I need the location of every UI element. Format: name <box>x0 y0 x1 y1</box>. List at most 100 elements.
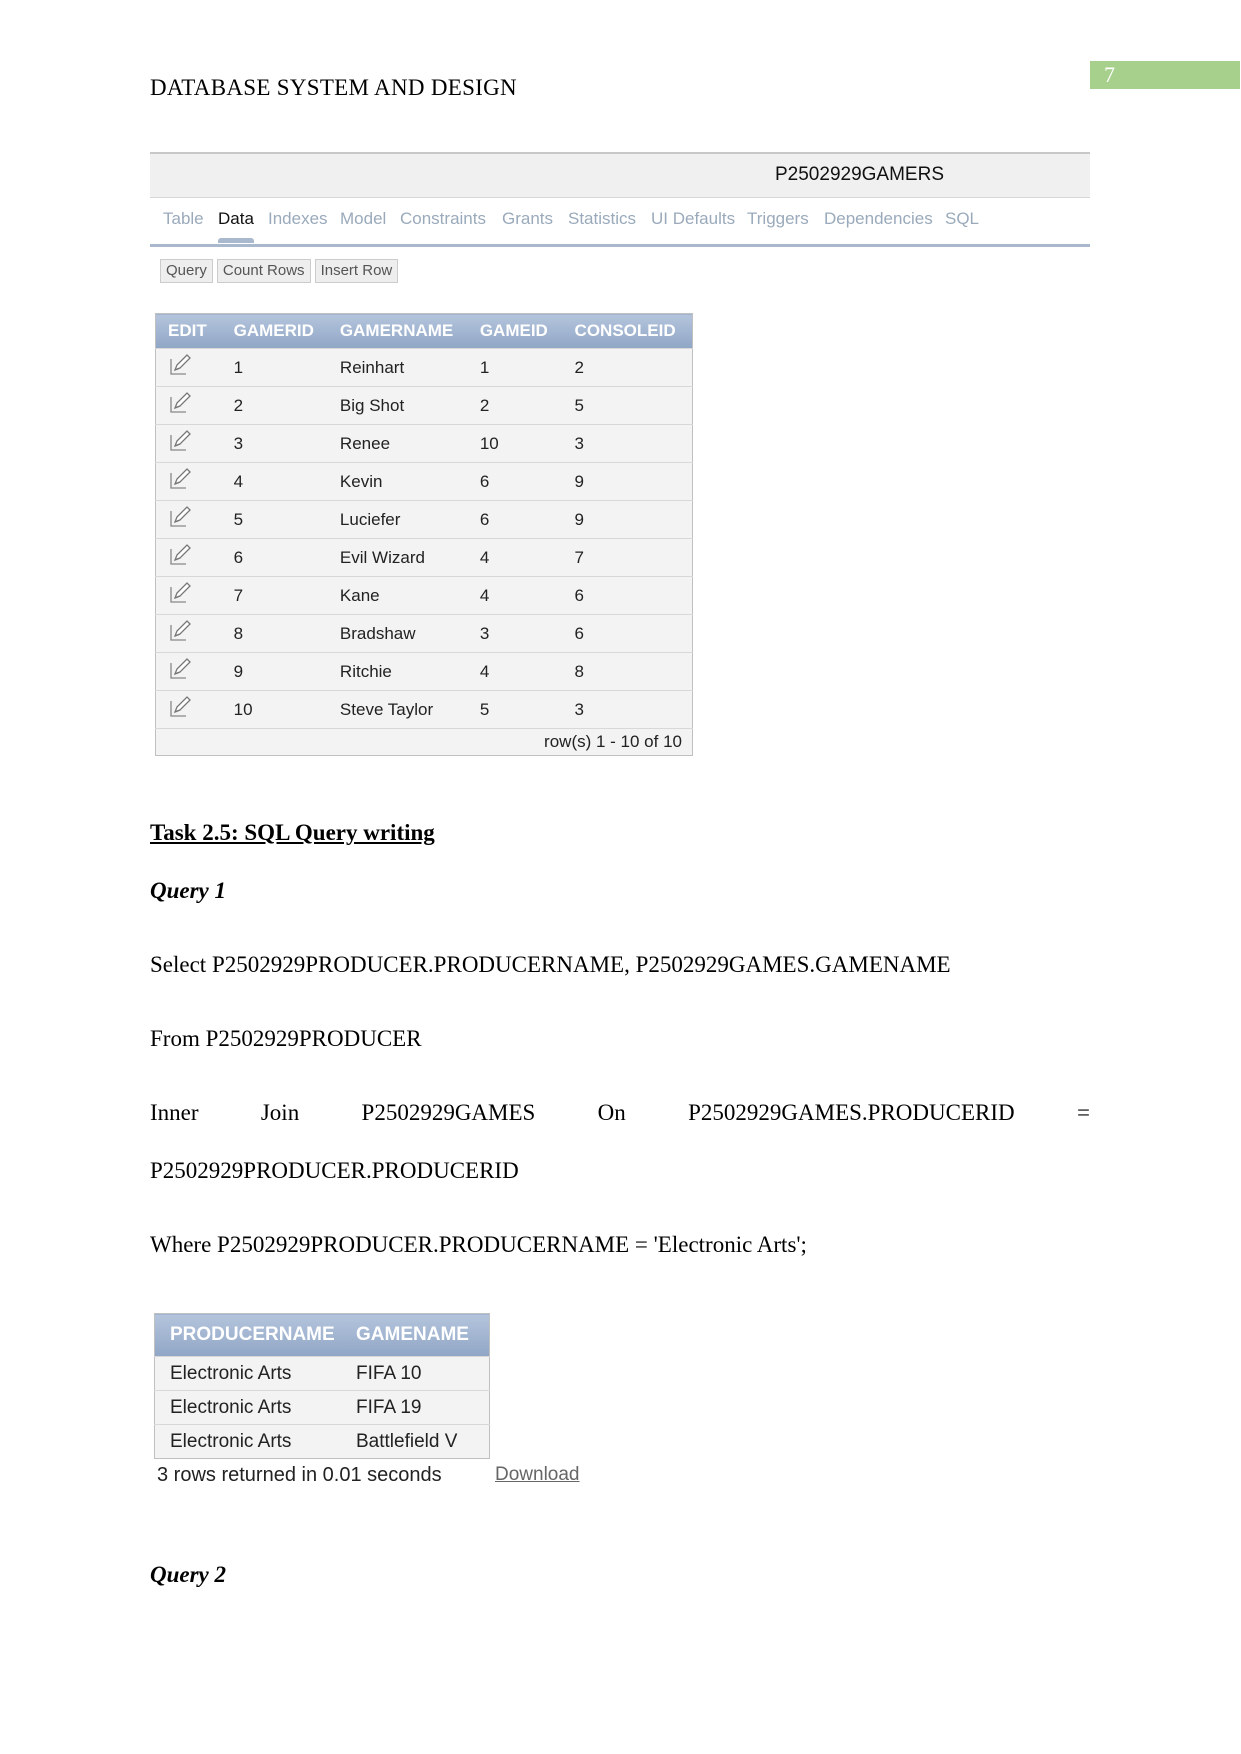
table-cell: 3 <box>562 424 693 463</box>
table-cell: 1 <box>467 348 563 387</box>
tab-indexes[interactable]: Indexes <box>268 209 328 229</box>
sql-join-word: Inner <box>150 1100 199 1125</box>
edit-cell[interactable] <box>155 386 222 425</box>
table-row: 10 Steve Taylor 5 3 <box>155 690 693 729</box>
table-cell: Renee <box>327 424 468 463</box>
table-cell: 4 <box>467 538 563 577</box>
tab-dependencies[interactable]: Dependencies <box>824 209 933 229</box>
query-button[interactable]: Query <box>160 259 213 283</box>
tab-statistics[interactable]: Statistics <box>568 209 636 229</box>
row-count: row(s) 1 - 10 of 10 <box>155 728 693 756</box>
table-cell: 3 <box>467 614 563 653</box>
pencil-edit-icon[interactable] <box>168 391 192 415</box>
column-header-consoleid: CONSOLEID <box>562 313 693 349</box>
table-cell: Bradshaw <box>327 614 468 653</box>
table-cell: 8 <box>562 652 693 691</box>
query2-label: Query 2 <box>150 1562 227 1587</box>
running-header: DATABASE SYSTEM AND DESIGN <box>150 75 517 100</box>
table-cell: Evil Wizard <box>327 538 468 577</box>
table-cell: Electronic Arts <box>154 1356 341 1391</box>
table-cell: 4 <box>221 462 328 501</box>
table-row: 3 Renee 10 3 <box>155 424 693 463</box>
tab-grants[interactable]: Grants <box>502 209 553 229</box>
table-row: Electronic Arts FIFA 19 <box>154 1390 490 1425</box>
tab-triggers[interactable]: Triggers <box>747 209 809 229</box>
table-cell: 3 <box>221 424 328 463</box>
tab-constraints[interactable]: Constraints <box>400 209 486 229</box>
insert-row-button[interactable]: Insert Row <box>314 259 399 283</box>
column-header-gamerid: GAMERID <box>221 313 328 349</box>
pencil-edit-icon[interactable] <box>168 695 192 719</box>
table-cell: 5 <box>562 386 693 425</box>
table-cell: FIFA 19 <box>341 1390 490 1425</box>
table-cell: 8 <box>221 614 328 653</box>
edit-cell[interactable] <box>155 500 222 539</box>
table-cell: 3 <box>562 690 693 729</box>
table-cell: 9 <box>221 652 328 691</box>
table-cell: 2 <box>467 386 563 425</box>
table-cell: 6 <box>562 614 693 653</box>
edit-cell[interactable] <box>155 576 222 615</box>
column-header-gamername: GAMERNAME <box>327 313 468 349</box>
table-cell: 7 <box>221 576 328 615</box>
column-header-edit: EDIT <box>155 313 222 349</box>
object-title: P2502929GAMERS <box>775 164 944 185</box>
sql-select: Select P2502929PRODUCER.PRODUCERNAME, P2… <box>150 952 951 977</box>
tab-data[interactable]: Data <box>218 209 254 243</box>
pencil-edit-icon[interactable] <box>168 581 192 605</box>
edit-cell[interactable] <box>155 652 222 691</box>
edit-cell[interactable] <box>155 348 222 387</box>
pencil-edit-icon[interactable] <box>168 543 192 567</box>
download-link[interactable]: Download <box>495 1464 580 1486</box>
pencil-edit-icon[interactable] <box>168 657 192 681</box>
edit-cell[interactable] <box>155 614 222 653</box>
edit-cell[interactable] <box>155 690 222 729</box>
sql-join-continued: P2502929PRODUCER.PRODUCERID <box>150 1158 519 1183</box>
edit-cell[interactable] <box>155 462 222 501</box>
task-heading: Task 2.5: SQL Query writing <box>150 820 435 845</box>
tab-sql[interactable]: SQL <box>945 209 979 229</box>
sql-join-word: P2502929GAMES <box>361 1100 536 1125</box>
table-row: 5 Luciefer 6 9 <box>155 500 693 539</box>
table-cell: 4 <box>467 576 563 615</box>
pencil-edit-icon[interactable] <box>168 619 192 643</box>
count-rows-button[interactable]: Count Rows <box>216 259 311 283</box>
table-cell: 4 <box>467 652 563 691</box>
data-toolbar: Query Count Rows Insert Row <box>160 259 399 283</box>
pencil-edit-icon[interactable] <box>168 467 192 491</box>
table-cell: Big Shot <box>327 386 468 425</box>
table-cell: 7 <box>562 538 693 577</box>
table-row: Electronic Arts FIFA 10 <box>154 1356 490 1391</box>
query1-label: Query 1 <box>150 878 227 903</box>
table-cell: 5 <box>467 690 563 729</box>
table-cell: 6 <box>221 538 328 577</box>
edit-cell[interactable] <box>155 538 222 577</box>
pencil-edit-icon[interactable] <box>168 353 192 377</box>
tab-table[interactable]: Table <box>163 209 204 229</box>
table-cell: Electronic Arts <box>154 1390 341 1425</box>
sql-join-word: Join <box>260 1100 300 1125</box>
sql-join-word: On <box>597 1100 626 1125</box>
table-cell: 5 <box>221 500 328 539</box>
table-cell: Ritchie <box>327 652 468 691</box>
table-cell: Steve Taylor <box>327 690 468 729</box>
table-row: 4 Kevin 6 9 <box>155 462 693 501</box>
edit-cell[interactable] <box>155 424 222 463</box>
table-cell: Luciefer <box>327 500 468 539</box>
table-cell: 10 <box>467 424 563 463</box>
table-cell: 1 <box>221 348 328 387</box>
table-cell: 2 <box>221 386 328 425</box>
table-row: 2 Big Shot 2 5 <box>155 386 693 425</box>
table-row: 6 Evil Wizard 4 7 <box>155 538 693 577</box>
table-cell: 2 <box>562 348 693 387</box>
table-cell: 6 <box>467 500 563 539</box>
column-header-gamename: GAMENAME <box>341 1313 490 1357</box>
tab-model[interactable]: Model <box>340 209 386 229</box>
pencil-edit-icon[interactable] <box>168 505 192 529</box>
table-row: 7 Kane 4 6 <box>155 576 693 615</box>
document-page: DATABASE SYSTEM AND DESIGN 7 P2502929GAM… <box>0 0 1241 1754</box>
tab-ui-defaults[interactable]: UI Defaults <box>651 209 735 229</box>
table-cell: Kane <box>327 576 468 615</box>
sql-from: From P2502929PRODUCER <box>150 1026 422 1051</box>
pencil-edit-icon[interactable] <box>168 429 192 453</box>
